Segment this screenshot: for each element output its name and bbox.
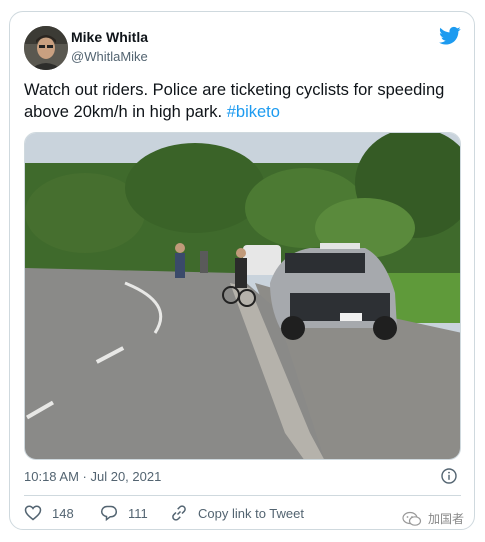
tweet-timestamp[interactable]: 10:18 AM · Jul 20, 2021	[24, 469, 161, 484]
info-icon[interactable]	[441, 468, 457, 484]
like-count: 148	[52, 505, 74, 521]
reply-button[interactable]: 111	[100, 504, 148, 522]
twitter-bird-icon[interactable]	[439, 26, 461, 46]
avatar[interactable]	[24, 26, 68, 70]
author-name[interactable]: Mike Whitla	[71, 29, 148, 45]
like-button[interactable]: 148	[24, 504, 74, 522]
link-icon	[172, 505, 186, 521]
hashtag-link[interactable]: #biketo	[227, 103, 280, 121]
author-handle[interactable]: @WhitlaMike	[71, 49, 148, 64]
wechat-icon	[402, 511, 422, 526]
copy-link-button[interactable]: Copy link to Tweet	[170, 504, 304, 522]
tweet-card: Mike Whitla @WhitlaMike Watch out riders…	[9, 11, 475, 530]
tweet-text: Watch out riders. Police are ticketing c…	[24, 79, 464, 123]
tweet-photo[interactable]	[24, 132, 461, 460]
heart-icon	[24, 505, 42, 521]
reply-icon	[100, 505, 118, 522]
divider	[24, 495, 461, 496]
copy-link-label: Copy link to Tweet	[198, 505, 304, 521]
reply-count: 111	[128, 505, 148, 521]
watermark-label: 加国者	[428, 512, 465, 526]
watermark: 加国者	[402, 510, 464, 527]
